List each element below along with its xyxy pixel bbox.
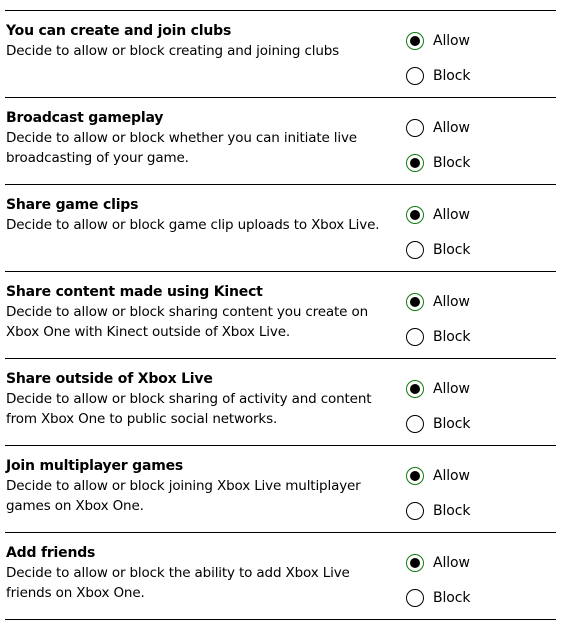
setting-description: Decide to allow or block sharing of acti… — [6, 391, 372, 427]
setting-row-create-join-clubs: You can create and join clubs Decide to … — [5, 11, 556, 98]
setting-description: Decide to allow or block joining Xbox Li… — [6, 478, 361, 514]
setting-text: Join multiplayer games Decide to allow o… — [6, 456, 391, 516]
setting-row-share-outside-xbox-live: Share outside of Xbox Live Decide to all… — [5, 359, 556, 446]
allow-radio-option[interactable]: Allow — [406, 197, 470, 232]
allow-label: Allow — [433, 32, 470, 49]
allow-radio-option[interactable]: Allow — [406, 371, 470, 406]
radio-button-checked-icon[interactable] — [406, 292, 424, 311]
privacy-settings-list: You can create and join clubs Decide to … — [5, 10, 556, 620]
setting-text: Share outside of Xbox Live Decide to all… — [6, 369, 391, 429]
radio-group: Allow Block — [406, 379, 470, 441]
radio-button-icon[interactable] — [406, 501, 424, 520]
radio-button-checked-icon[interactable] — [406, 153, 424, 172]
block-radio-option[interactable]: Block — [406, 319, 470, 354]
block-label: Block — [433, 589, 471, 606]
setting-row-share-game-clips: Share game clips Decide to allow or bloc… — [5, 185, 556, 272]
radio-button-checked-icon[interactable] — [406, 466, 424, 485]
setting-text: You can create and join clubs Decide to … — [6, 21, 391, 61]
radio-group: Allow Block — [406, 118, 470, 180]
radio-group: Allow Block — [406, 31, 470, 93]
radio-group: Allow Block — [406, 205, 470, 267]
setting-text: Share content made using Kinect Decide t… — [6, 282, 391, 342]
block-label: Block — [433, 502, 471, 519]
setting-text: Share game clips Decide to allow or bloc… — [6, 195, 391, 235]
setting-description: Decide to allow or block the ability to … — [6, 565, 350, 601]
radio-button-icon[interactable] — [406, 66, 424, 85]
radio-button-icon[interactable] — [406, 327, 424, 346]
setting-description: Decide to allow or block creating and jo… — [6, 43, 340, 59]
block-label: Block — [433, 415, 471, 432]
setting-title: Broadcast gameplay — [6, 110, 164, 126]
setting-title: You can create and join clubs — [6, 23, 232, 39]
block-radio-option[interactable]: Block — [406, 58, 470, 93]
radio-button-checked-icon[interactable] — [406, 205, 424, 224]
radio-group: Allow Block — [406, 466, 470, 528]
setting-description: Decide to allow or block sharing content… — [6, 304, 368, 340]
allow-label: Allow — [433, 119, 470, 136]
allow-label: Allow — [433, 554, 470, 571]
block-radio-option[interactable]: Block — [406, 580, 470, 615]
setting-description: Decide to allow or block whether you can… — [6, 130, 357, 166]
block-label: Block — [433, 154, 471, 171]
setting-title: Join multiplayer games — [6, 458, 184, 474]
setting-text: Broadcast gameplay Decide to allow or bl… — [6, 108, 391, 168]
block-label: Block — [433, 241, 471, 258]
allow-label: Allow — [433, 293, 470, 310]
setting-title: Add friends — [6, 545, 96, 561]
allow-radio-option[interactable]: Allow — [406, 284, 470, 319]
block-radio-option[interactable]: Block — [406, 406, 470, 441]
block-label: Block — [433, 328, 471, 345]
radio-group: Allow Block — [406, 553, 470, 615]
allow-radio-option[interactable]: Allow — [406, 545, 470, 580]
setting-row-add-friends: Add friends Decide to allow or block the… — [5, 533, 556, 620]
block-label: Block — [433, 67, 471, 84]
block-radio-option[interactable]: Block — [406, 145, 470, 180]
radio-button-checked-icon[interactable] — [406, 553, 424, 572]
allow-radio-option[interactable]: Allow — [406, 458, 470, 493]
radio-button-checked-icon[interactable] — [406, 31, 424, 50]
allow-label: Allow — [433, 380, 470, 397]
allow-radio-option[interactable]: Allow — [406, 110, 470, 145]
radio-button-icon[interactable] — [406, 240, 424, 259]
setting-title: Share content made using Kinect — [6, 284, 263, 300]
radio-button-icon[interactable] — [406, 588, 424, 607]
setting-title: Share game clips — [6, 197, 139, 213]
setting-row-broadcast-gameplay: Broadcast gameplay Decide to allow or bl… — [5, 98, 556, 185]
setting-text: Add friends Decide to allow or block the… — [6, 543, 391, 603]
setting-row-share-kinect-content: Share content made using Kinect Decide t… — [5, 272, 556, 359]
allow-label: Allow — [433, 206, 470, 223]
block-radio-option[interactable]: Block — [406, 232, 470, 267]
setting-row-join-multiplayer-games: Join multiplayer games Decide to allow o… — [5, 446, 556, 533]
allow-radio-option[interactable]: Allow — [406, 23, 470, 58]
radio-group: Allow Block — [406, 292, 470, 354]
block-radio-option[interactable]: Block — [406, 493, 470, 528]
setting-description: Decide to allow or block game clip uploa… — [6, 217, 380, 233]
radio-button-icon[interactable] — [406, 414, 424, 433]
radio-button-checked-icon[interactable] — [406, 379, 424, 398]
setting-title: Share outside of Xbox Live — [6, 371, 213, 387]
allow-label: Allow — [433, 467, 470, 484]
radio-button-icon[interactable] — [406, 118, 424, 137]
